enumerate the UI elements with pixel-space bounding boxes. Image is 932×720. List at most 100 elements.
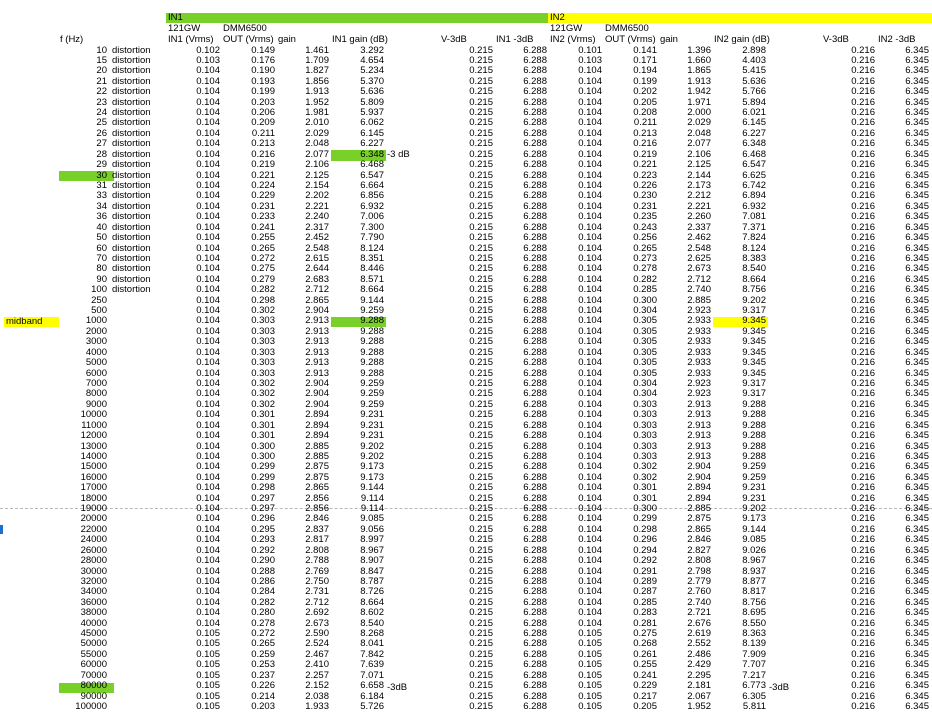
cell-out-vrms[interactable]: 0.301 xyxy=(222,410,277,420)
cell-v3db2[interactable]: 0.216 xyxy=(822,316,877,326)
cell-out2-vrms[interactable]: 0.300 xyxy=(604,504,659,514)
cell-in2-vrms[interactable]: 0.104 xyxy=(549,171,604,181)
cell-v3db[interactable]: 0.215 xyxy=(440,421,495,431)
cell-v3db[interactable]: 0.215 xyxy=(440,129,495,139)
cell-in1-3db[interactable]: 6.288 xyxy=(495,66,549,76)
cell-note[interactable] xyxy=(111,514,166,524)
cell-gain2[interactable]: 2.486 xyxy=(659,650,713,660)
cell-in1-3db[interactable]: 6.288 xyxy=(495,462,549,472)
in1-meter2-label[interactable]: DMM6500 xyxy=(222,24,277,34)
cell-out2-vrms[interactable]: 0.285 xyxy=(604,598,659,608)
cell-note[interactable]: distortion xyxy=(111,98,166,108)
cell-freq[interactable]: 28 xyxy=(59,150,109,160)
cell-in1-3db[interactable]: 6.288 xyxy=(495,514,549,524)
cell-v3db2[interactable]: 0.216 xyxy=(822,379,877,389)
cell-gain2[interactable]: 2.712 xyxy=(659,275,713,285)
cell-out-vrms[interactable]: 0.284 xyxy=(222,587,277,597)
cell-in2-vrms[interactable]: 0.105 xyxy=(549,681,604,691)
cell-note[interactable] xyxy=(111,442,166,452)
cell-v3db2[interactable]: 0.216 xyxy=(822,473,877,483)
cell-v3db2[interactable]: 0.216 xyxy=(822,671,877,681)
cell-in1-gain-db[interactable]: 7.300 xyxy=(331,223,386,233)
cell-note[interactable]: distortion xyxy=(111,191,166,201)
cell-gain2[interactable]: 2.933 xyxy=(659,337,713,347)
cell-gain2[interactable]: 2.106 xyxy=(659,150,713,160)
cell-v3db[interactable]: 0.215 xyxy=(440,379,495,389)
cell-in2-3db[interactable]: 6.345 xyxy=(877,202,931,212)
cell-out-vrms[interactable]: 0.298 xyxy=(222,296,277,306)
cell-gain2[interactable]: 2.913 xyxy=(659,442,713,452)
cell-v3db[interactable]: 0.215 xyxy=(440,348,495,358)
cell-in1-3db[interactable]: 6.288 xyxy=(495,525,549,535)
header-in1-vrms[interactable]: IN1 (Vrms) xyxy=(167,35,222,45)
cell-v3db2[interactable]: 0.216 xyxy=(822,77,877,87)
header-in2-3db[interactable]: IN2 -3dB xyxy=(877,35,932,45)
cell-note[interactable] xyxy=(111,379,166,389)
cell-v3db2[interactable]: 0.216 xyxy=(822,702,877,712)
cell-out-vrms[interactable]: 0.301 xyxy=(222,421,277,431)
cell-out-vrms[interactable]: 0.272 xyxy=(222,254,277,264)
cell-note[interactable] xyxy=(111,504,166,514)
midband-label[interactable]: midband xyxy=(5,317,60,327)
cell-in2-vrms[interactable]: 0.104 xyxy=(549,462,604,472)
cell-out2-vrms[interactable]: 0.299 xyxy=(604,514,659,524)
cell-in2-3db[interactable]: 6.345 xyxy=(877,452,931,462)
cell-v3db[interactable]: 0.215 xyxy=(440,98,495,108)
cell-in2-3db[interactable]: 6.345 xyxy=(877,389,931,399)
cell-in1-vrms[interactable]: 0.104 xyxy=(166,483,222,493)
cell-note[interactable] xyxy=(111,681,166,691)
header-in2-vrms[interactable]: IN2 (Vrms) xyxy=(549,35,604,45)
cell-in2-gain-db[interactable]: 7.707 xyxy=(713,660,768,670)
cell-freq[interactable]: 12000 xyxy=(59,431,109,441)
cell-gain[interactable]: 2.125 xyxy=(277,171,331,181)
cell-v3db[interactable]: 0.215 xyxy=(440,358,495,368)
cell-note[interactable] xyxy=(111,608,166,618)
cell-gain2[interactable]: 2.933 xyxy=(659,316,713,326)
cell-in1-3db[interactable]: 6.288 xyxy=(495,327,549,337)
cell-in1-gain-db[interactable]: 8.446 xyxy=(331,264,386,274)
cell-out2-vrms[interactable]: 0.305 xyxy=(604,348,659,358)
cell-in1-gain-db[interactable]: 6.856 xyxy=(331,191,386,201)
cell-v3db2[interactable]: 0.216 xyxy=(822,87,877,97)
cell-in2-3db[interactable]: 6.345 xyxy=(877,442,931,452)
cell-in1-gain-db[interactable]: 5.370 xyxy=(331,77,386,87)
cell-in1-gain-db[interactable]: 9.173 xyxy=(331,473,386,483)
cell-v3db[interactable]: 0.215 xyxy=(440,244,495,254)
cell-out-vrms[interactable]: 0.302 xyxy=(222,379,277,389)
cell-in2-3db[interactable]: 6.345 xyxy=(877,546,931,556)
cell-in2-vrms[interactable]: 0.103 xyxy=(549,56,604,66)
cell-v3db2[interactable]: 0.216 xyxy=(822,348,877,358)
cell-v3db[interactable]: 0.215 xyxy=(440,275,495,285)
cell-in2-3db[interactable]: 6.345 xyxy=(877,66,931,76)
cell-v3db2[interactable]: 0.216 xyxy=(822,254,877,264)
cell-v3db[interactable]: 0.215 xyxy=(440,181,495,191)
cell-in2-3db[interactable]: 6.345 xyxy=(877,587,931,597)
cell-v3db2[interactable]: 0.216 xyxy=(822,202,877,212)
cell-in1-vrms[interactable]: 0.104 xyxy=(166,306,222,316)
cell-out2-vrms[interactable]: 0.256 xyxy=(604,233,659,243)
cell-in1-3db[interactable]: 6.288 xyxy=(495,504,549,514)
cell-out-vrms[interactable]: 0.229 xyxy=(222,191,277,201)
cell-freq[interactable]: 2000 xyxy=(59,327,109,337)
cell-gain2[interactable]: 2.904 xyxy=(659,462,713,472)
cell-in2-gain-db[interactable]: 8.363 xyxy=(713,629,768,639)
cell-in2-vrms[interactable]: 0.104 xyxy=(549,181,604,191)
cell-in2-vrms[interactable]: 0.104 xyxy=(549,619,604,629)
cell-in1-3db[interactable]: 6.288 xyxy=(495,202,549,212)
cell-note[interactable] xyxy=(111,535,166,545)
cell-v3db2[interactable]: 0.216 xyxy=(822,660,877,670)
cell-in2-vrms[interactable]: 0.104 xyxy=(549,108,604,118)
cell-note[interactable] xyxy=(111,619,166,629)
cell-in1-vrms[interactable]: 0.104 xyxy=(166,181,222,191)
header-v3db[interactable]: V-3dB xyxy=(440,35,495,45)
cell-out-vrms[interactable]: 0.237 xyxy=(222,671,277,681)
cell-freq[interactable]: 13000 xyxy=(59,442,109,452)
cell-in1-vrms[interactable]: 0.104 xyxy=(166,223,222,233)
cell-out2-vrms[interactable]: 0.226 xyxy=(604,181,659,191)
cell-in1-3db[interactable]: 6.288 xyxy=(495,598,549,608)
cell-in1-3db[interactable]: 6.288 xyxy=(495,567,549,577)
cell-v3db2[interactable]: 0.216 xyxy=(822,608,877,618)
cell-note[interactable]: distortion xyxy=(111,285,166,295)
cell-in2-gain-db[interactable]: 6.547 xyxy=(713,160,768,170)
cell-note[interactable]: distortion xyxy=(111,254,166,264)
